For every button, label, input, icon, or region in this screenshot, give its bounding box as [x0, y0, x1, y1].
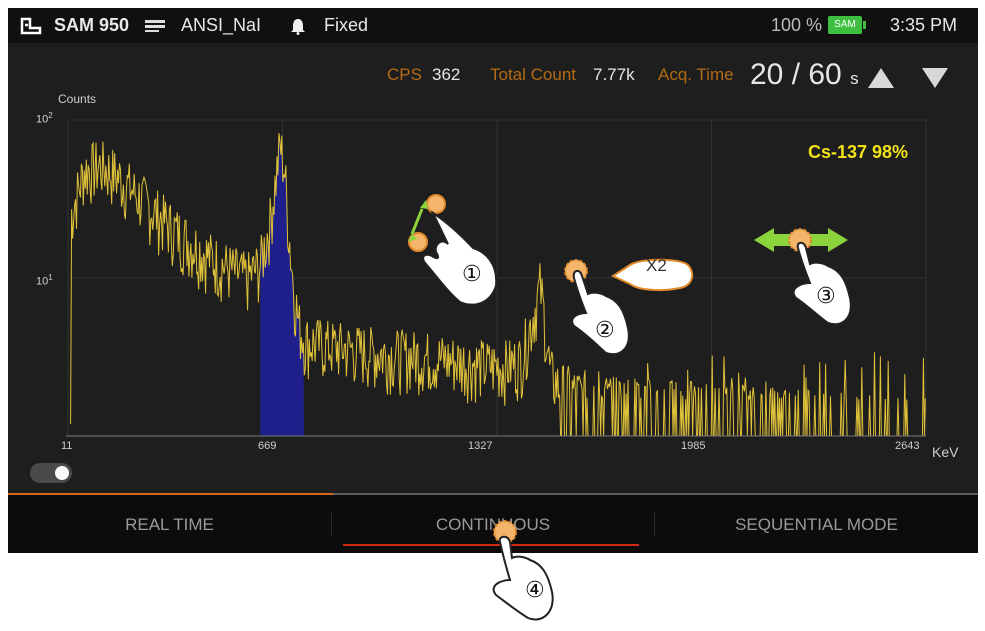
- gesture-number-4: ④: [525, 578, 545, 603]
- gesture-number-1: ①: [462, 262, 482, 287]
- gesture-number-3: ③: [816, 284, 836, 309]
- swipe-hand-layer: [492, 520, 554, 621]
- gesture-number-2: ②: [595, 318, 615, 343]
- double-tap-label: X2: [646, 256, 667, 275]
